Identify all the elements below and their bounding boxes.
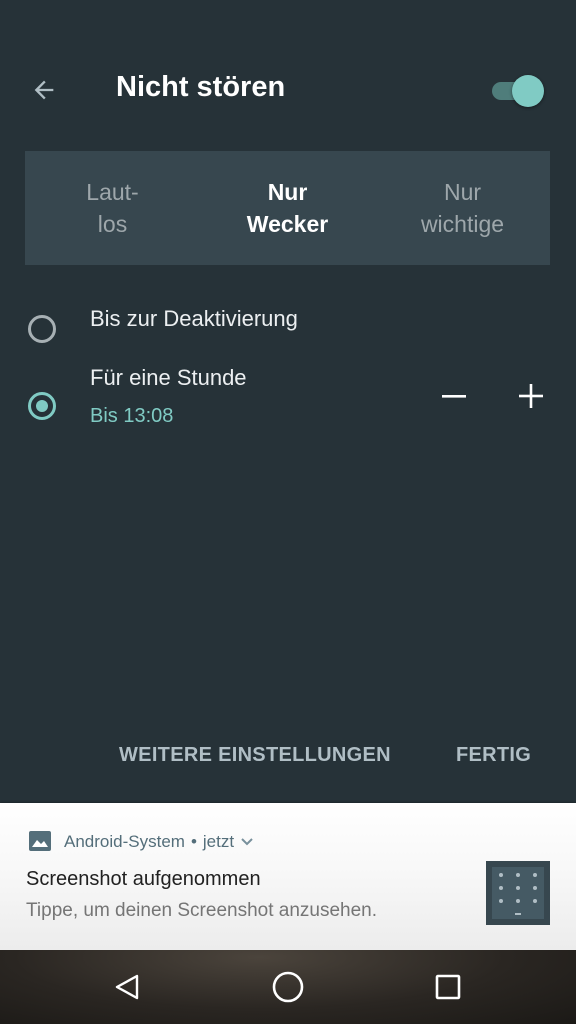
home-circle-icon [272,971,304,1003]
dnd-panel: Nicht stören Laut- los Nur Wecker Nur wi… [0,0,576,803]
minus-icon [442,395,466,398]
dnd-toggle-switch[interactable] [488,72,548,108]
mode-total-silence[interactable]: Laut- los [25,151,200,265]
notification-separator: • [190,832,197,851]
mode-selector: Laut- los Nur Wecker Nur wichtige [25,151,550,265]
recents-square-icon [435,974,461,1000]
radio-one-hour[interactable] [28,392,56,420]
notification-title: Screenshot aufgenommen [26,868,261,890]
nav-home-button[interactable] [264,963,312,1011]
nav-back-button[interactable] [104,963,152,1011]
image-icon [29,831,51,851]
back-button[interactable] [24,70,64,110]
option-until-off-label[interactable]: Bis zur Deaktivierung [90,306,298,332]
notification-text: Tippe, um deinen Screenshot anzusehen. [26,900,378,921]
mode-alarms-only[interactable]: Nur Wecker [200,151,375,265]
navigation-bar [0,950,576,1024]
back-triangle-icon [115,974,139,1000]
page-title: Nicht stören [116,71,286,103]
mode-priority-only[interactable]: Nur wichtige [375,151,550,265]
mode-label-line2: wichtige [420,211,505,237]
mode-label-line1: Nur [443,179,482,205]
radio-dot [36,400,48,412]
mode-label-line2: los [97,211,128,237]
arrow-back-icon [34,80,54,100]
nav-recents-button[interactable] [424,963,472,1011]
mode-label-line2: Wecker [246,211,329,237]
plus-icon [519,384,543,408]
screenshot-notification[interactable]: Android-System • jetzt Screenshot aufgen… [0,803,576,950]
decrease-time-button[interactable] [430,372,478,420]
screenshot-preview-image [486,861,550,925]
screenshot-thumbnail[interactable] [486,861,550,925]
mode-label-line1: Laut- [86,179,139,205]
notification-header: Android-System • jetzt [64,832,254,852]
notification-app-name: Android-System [64,832,185,851]
option-one-hour-label[interactable]: Für eine Stunde [90,365,247,391]
more-settings-button[interactable]: WEITERE EINSTELLUNGEN [119,744,391,767]
switch-thumb [512,75,544,107]
option-one-hour-until: Bis 13:08 [90,405,174,427]
notification-time: jetzt [202,832,235,851]
chevron-down-icon[interactable] [240,837,254,847]
header: Nicht stören [0,50,576,130]
mode-label-line1: Nur [267,179,308,205]
done-button[interactable]: FERTIG [456,744,531,767]
increase-time-button[interactable] [507,372,555,420]
radio-until-off[interactable] [28,315,56,343]
